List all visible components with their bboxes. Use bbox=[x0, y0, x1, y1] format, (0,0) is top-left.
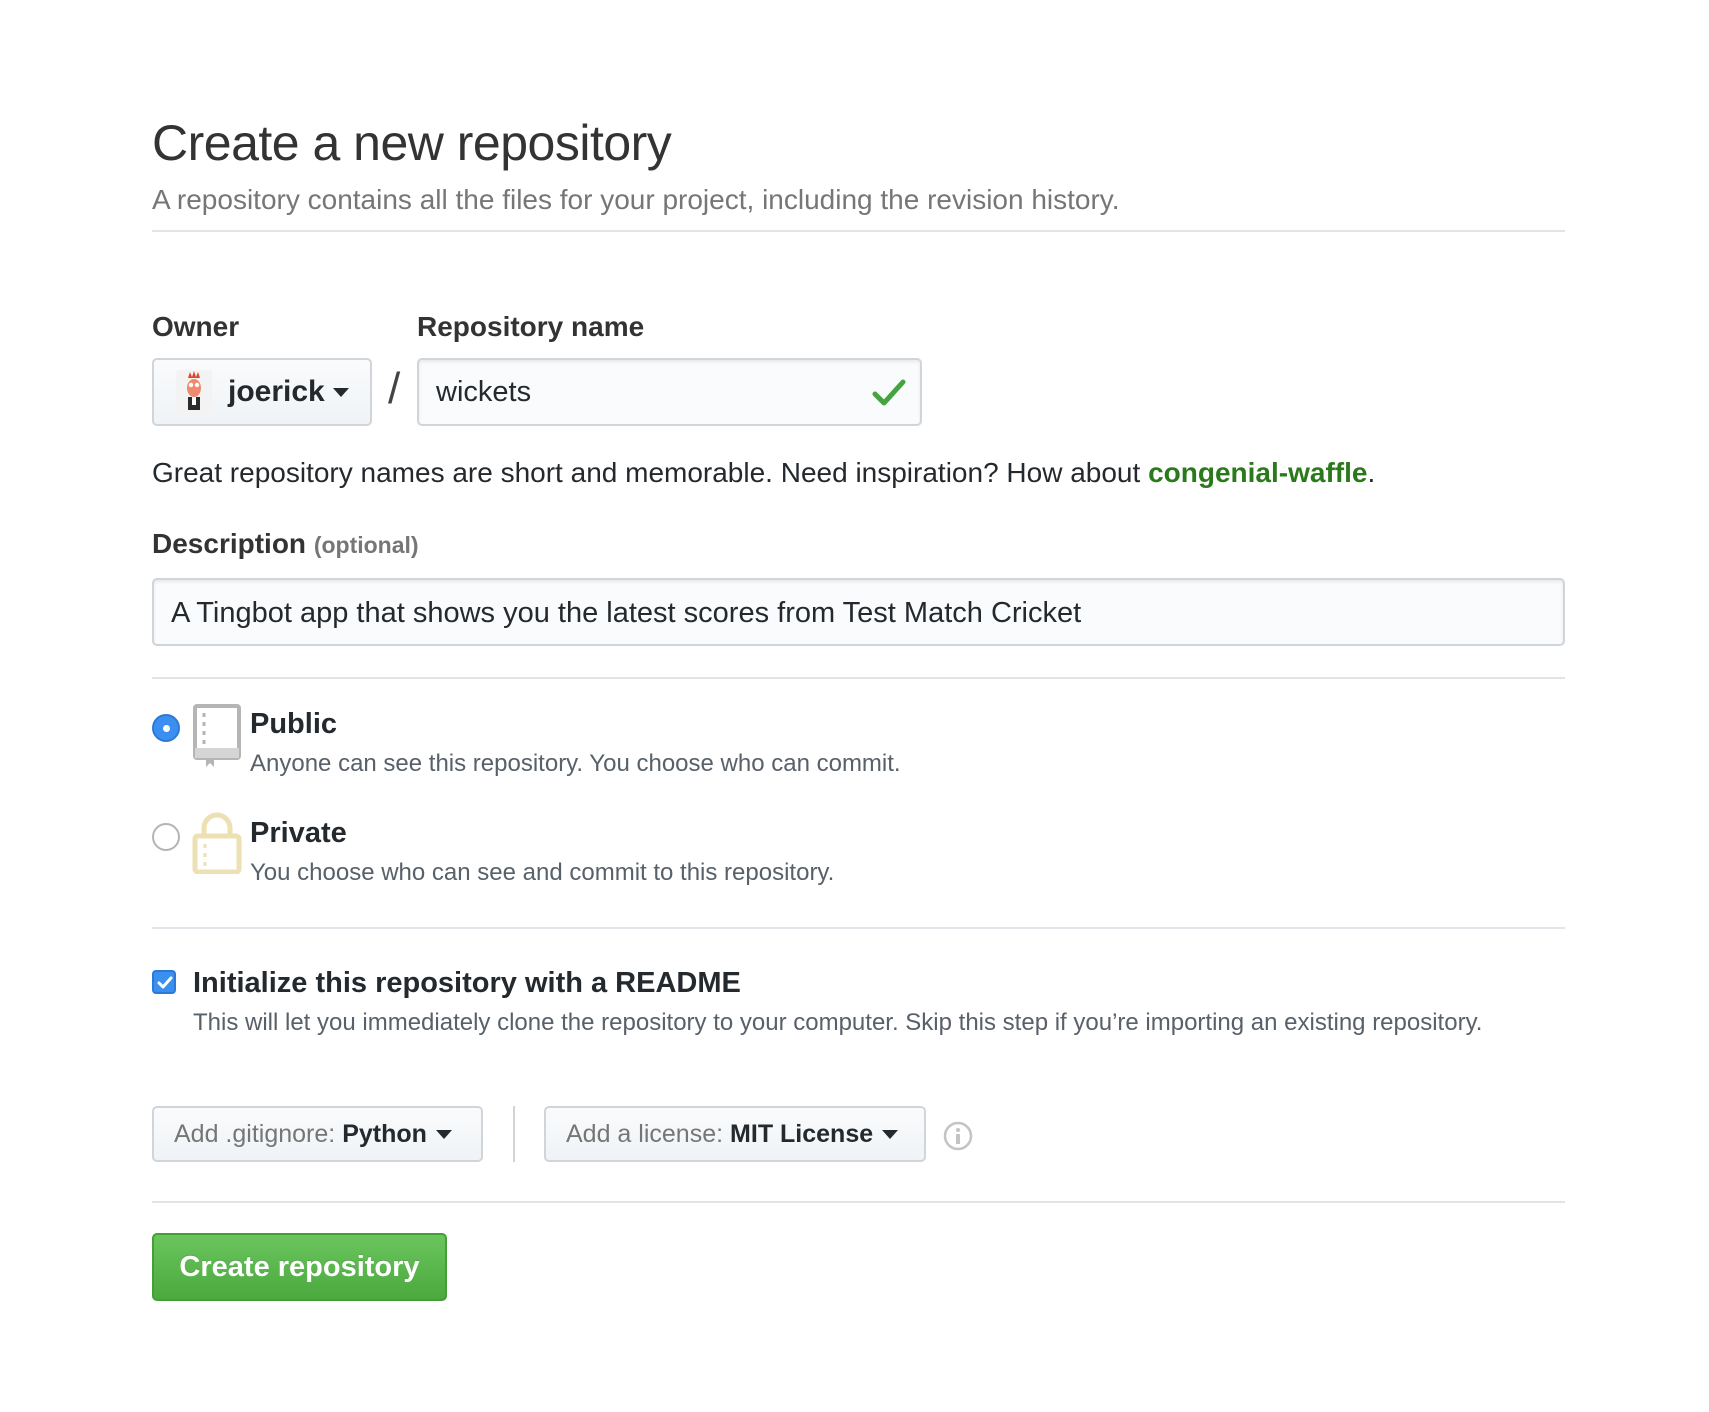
gitignore-dropdown[interactable]: Add .gitignore: Python bbox=[152, 1106, 483, 1162]
repo-name-label: Repository name bbox=[417, 311, 645, 342]
gitignore-prefix: Add .gitignore: bbox=[174, 1119, 336, 1148]
public-desc: Anyone can see this repository. You choo… bbox=[250, 750, 901, 777]
public-radio[interactable] bbox=[152, 714, 180, 742]
private-title: Private bbox=[250, 817, 347, 849]
create-repository-button[interactable]: Create repository bbox=[152, 1233, 447, 1301]
description-label-text: Description bbox=[152, 528, 307, 559]
gitignore-value: Python bbox=[342, 1119, 427, 1148]
check-icon bbox=[872, 379, 906, 406]
chevron-down-icon bbox=[332, 387, 349, 397]
chevron-down-icon bbox=[435, 1129, 452, 1139]
license-value: MIT License bbox=[730, 1119, 874, 1148]
divider bbox=[152, 230, 1565, 232]
divider bbox=[513, 1106, 515, 1162]
chevron-down-icon bbox=[882, 1129, 899, 1139]
repo-book-icon bbox=[193, 704, 241, 767]
description-input[interactable]: A Tingbot app that shows you the latest … bbox=[152, 578, 1565, 646]
divider bbox=[152, 927, 1565, 929]
name-hint: Great repository names are short and mem… bbox=[152, 457, 1375, 489]
private-radio[interactable] bbox=[152, 823, 180, 851]
description-label: Description (optional) bbox=[152, 528, 419, 560]
page-subtitle: A repository contains all the files for … bbox=[152, 184, 1120, 215]
divider bbox=[152, 677, 1565, 679]
readme-checkbox[interactable] bbox=[152, 970, 176, 994]
muppet-avatar-icon bbox=[176, 370, 212, 414]
optional-note: (optional) bbox=[313, 532, 419, 558]
hint-text: Great repository names are short and mem… bbox=[152, 457, 1149, 488]
license-prefix: Add a license: bbox=[566, 1119, 724, 1148]
readme-title: Initialize this repository with a README bbox=[193, 967, 741, 999]
divider bbox=[152, 1201, 1565, 1203]
page: Create a new repository A repository con… bbox=[0, 0, 1709, 1412]
public-title: Public bbox=[250, 708, 338, 740]
private-desc: You choose who can see and commit to thi… bbox=[250, 859, 835, 886]
info-icon[interactable] bbox=[943, 1121, 973, 1151]
description-value: A Tingbot app that shows you the latest … bbox=[171, 597, 1082, 629]
owner-name: joerick bbox=[228, 375, 325, 408]
repo-name-input[interactable]: wickets bbox=[417, 358, 922, 426]
owner-repo-separator: / bbox=[388, 364, 401, 413]
lock-icon bbox=[192, 812, 242, 874]
checkmark-icon bbox=[157, 976, 173, 989]
owner-dropdown[interactable]: joerick bbox=[152, 358, 372, 426]
name-suggestion-link[interactable]: congenial-waffle bbox=[1148, 457, 1367, 488]
owner-label: Owner bbox=[152, 311, 240, 342]
page-title: Create a new repository bbox=[152, 115, 672, 171]
readme-desc: This will let you immediately clone the … bbox=[193, 1009, 1483, 1036]
hint-suffix: . bbox=[1367, 457, 1376, 488]
repo-name-value: wickets bbox=[436, 376, 532, 408]
license-dropdown[interactable]: Add a license: MIT License bbox=[544, 1106, 926, 1162]
